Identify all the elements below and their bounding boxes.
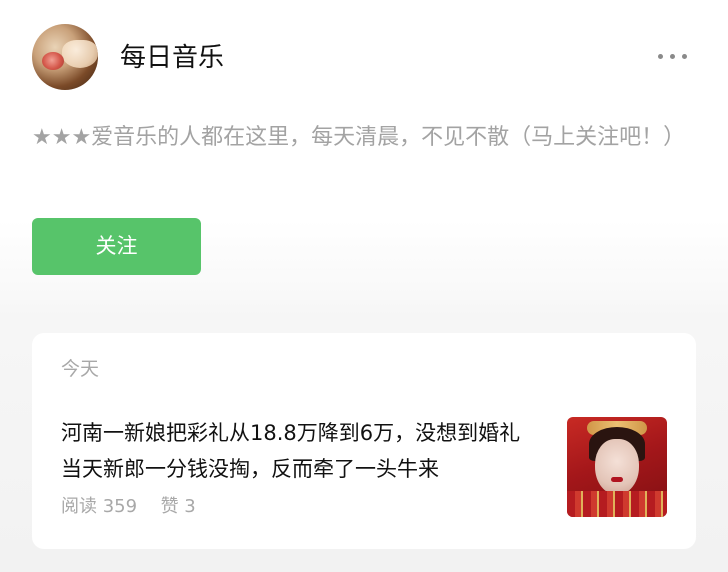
account-header: 每日音乐 [32, 24, 696, 90]
feed-date-label: 今天 [61, 358, 100, 380]
thumbnail-lips-shape [611, 477, 623, 482]
likes-count: 3 [184, 496, 196, 517]
article-title[interactable]: 河南一新娘把彩礼从18.8万降到6万，没想到婚礼当天新郎一分钱没掏，反而牵了一头… [61, 415, 541, 487]
reads-count: 359 [102, 496, 138, 517]
reads-label: 阅读 [61, 496, 97, 517]
article-thumbnail[interactable] [567, 417, 667, 517]
avatar-cup-shape [62, 40, 98, 68]
account-description: ★★★爱音乐的人都在这里，每天清晨，不见不散（马上关注吧！） [32, 125, 686, 150]
article-card: 今天 河南一新娘把彩礼从18.8万降到6万，没想到婚礼当天新郎一分钱没掏，反而牵… [32, 333, 696, 549]
more-horizontal-icon[interactable] [658, 54, 688, 62]
article-meta: 阅读 359 赞 3 [61, 495, 196, 519]
likes-label: 赞 [160, 496, 179, 517]
avatar-flower-shape [42, 52, 64, 70]
follow-button[interactable]: 关注 [32, 218, 201, 275]
thumbnail-collar-shape [567, 491, 667, 517]
account-avatar[interactable] [32, 24, 98, 90]
account-name: 每日音乐 [120, 43, 225, 73]
thumbnail-face-shape [595, 439, 639, 495]
